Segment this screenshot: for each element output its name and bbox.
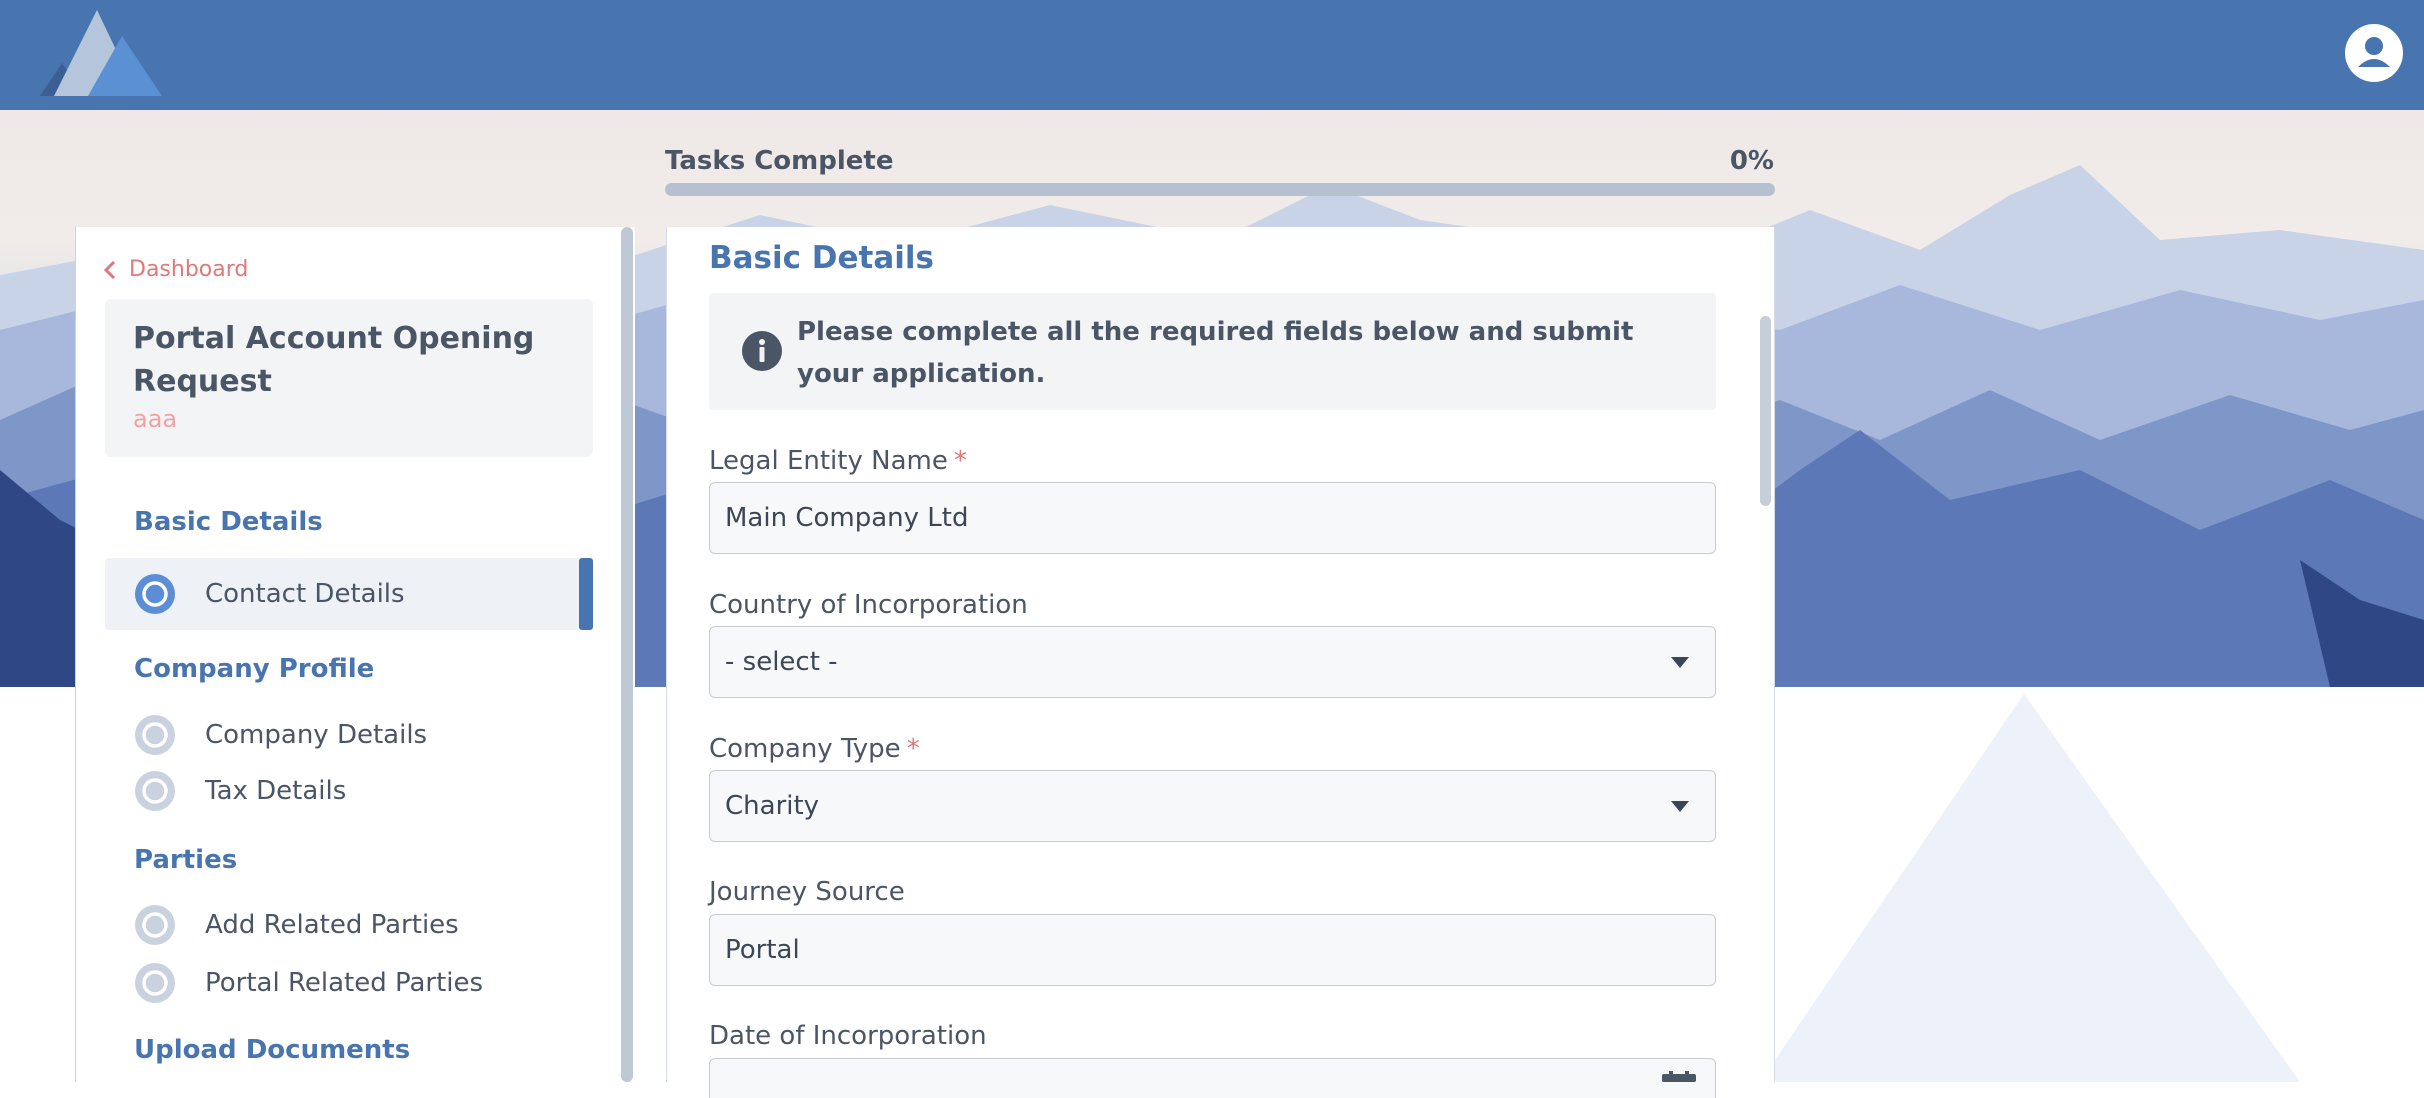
dashboard-link-label: Dashboard <box>129 257 249 282</box>
status-circle-icon <box>135 963 175 1003</box>
dashboard-back-link[interactable]: Dashboard <box>103 257 248 282</box>
sidebar-item-label: Contact Details <box>205 579 405 609</box>
legal-entity-name-input[interactable]: Main Company Ltd <box>709 482 1716 554</box>
select-value: Charity <box>725 791 820 821</box>
sidebar-item-tax-details[interactable]: Tax Details <box>105 755 593 827</box>
status-circle-icon <box>135 905 175 945</box>
sidebar-item-label: Company Details <box>205 720 428 750</box>
country-of-incorporation-select[interactable]: - select - <box>709 626 1716 698</box>
sidebar-section-company-profile[interactable]: Company Profile <box>134 654 374 684</box>
date-of-incorporation-label: Date of Incorporation <box>709 1021 987 1051</box>
mountain-logo-icon[interactable] <box>40 8 164 98</box>
active-indicator <box>579 558 593 630</box>
notice-text: Please complete all the required fields … <box>797 317 1634 389</box>
legal-entity-name-label: Legal Entity Name * <box>709 446 967 476</box>
info-icon <box>742 331 782 371</box>
caret-down-icon <box>1671 801 1689 812</box>
country-of-incorporation-label: Country of Incorporation <box>709 590 1028 620</box>
status-circle-icon <box>135 574 175 614</box>
sidebar-item-label: Tax Details <box>205 776 347 806</box>
sidebar-item-contact-details[interactable]: Contact Details <box>105 558 593 630</box>
background-triangle-decoration <box>1760 694 2300 1082</box>
calendar-icon[interactable] <box>1662 1071 1696 1082</box>
top-navigation-bar <box>0 0 2424 110</box>
company-type-label: Company Type * <box>709 734 920 764</box>
required-marker: * <box>906 734 920 764</box>
sidebar-scrollbar[interactable] <box>621 227 633 1082</box>
field-label-text: Journey Source <box>709 877 905 907</box>
sidebar-section-basic-details[interactable]: Basic Details <box>134 507 323 537</box>
progress-label: Tasks Complete <box>665 146 894 176</box>
request-title: Portal Account Opening Request <box>133 321 535 399</box>
input-value: Portal <box>725 935 800 965</box>
select-value: - select - <box>725 647 838 677</box>
status-circle-icon <box>135 715 175 755</box>
request-summary-card: Portal Account Opening Request aaa <box>105 299 593 457</box>
request-subtitle: aaa <box>133 405 178 433</box>
field-label-text: Legal Entity Name <box>709 446 948 476</box>
caret-down-icon <box>1671 657 1689 668</box>
form-scrollbar[interactable] <box>1760 316 1771 506</box>
progress-bar <box>665 183 1775 196</box>
sidebar-item-label: Portal Related Parties <box>205 968 484 998</box>
sidebar-section-parties[interactable]: Parties <box>134 845 237 875</box>
person-icon <box>2358 37 2390 67</box>
date-of-incorporation-input[interactable] <box>709 1058 1716 1098</box>
company-type-select[interactable]: Charity <box>709 770 1716 842</box>
sidebar-item-label: Add Related Parties <box>205 910 459 940</box>
journey-source-label: Journey Source <box>709 877 905 907</box>
sidebar-item-portal-related-parties[interactable]: Portal Related Parties <box>105 947 593 1019</box>
user-avatar-icon[interactable] <box>2345 24 2403 82</box>
field-label-text: Date of Incorporation <box>709 1021 987 1051</box>
field-label-text: Country of Incorporation <box>709 590 1028 620</box>
status-circle-icon <box>135 771 175 811</box>
progress-percent: 0% <box>1729 146 1774 176</box>
field-label-text: Company Type <box>709 734 901 764</box>
required-marker: * <box>953 446 967 476</box>
page-title: Basic Details <box>709 240 934 276</box>
chevron-left-icon <box>103 260 116 279</box>
sidebar-section-upload-documents[interactable]: Upload Documents <box>134 1035 410 1065</box>
journey-source-input[interactable]: Portal <box>709 914 1716 986</box>
info-notice: Please complete all the required fields … <box>709 293 1716 410</box>
input-value: Main Company Ltd <box>725 503 969 533</box>
